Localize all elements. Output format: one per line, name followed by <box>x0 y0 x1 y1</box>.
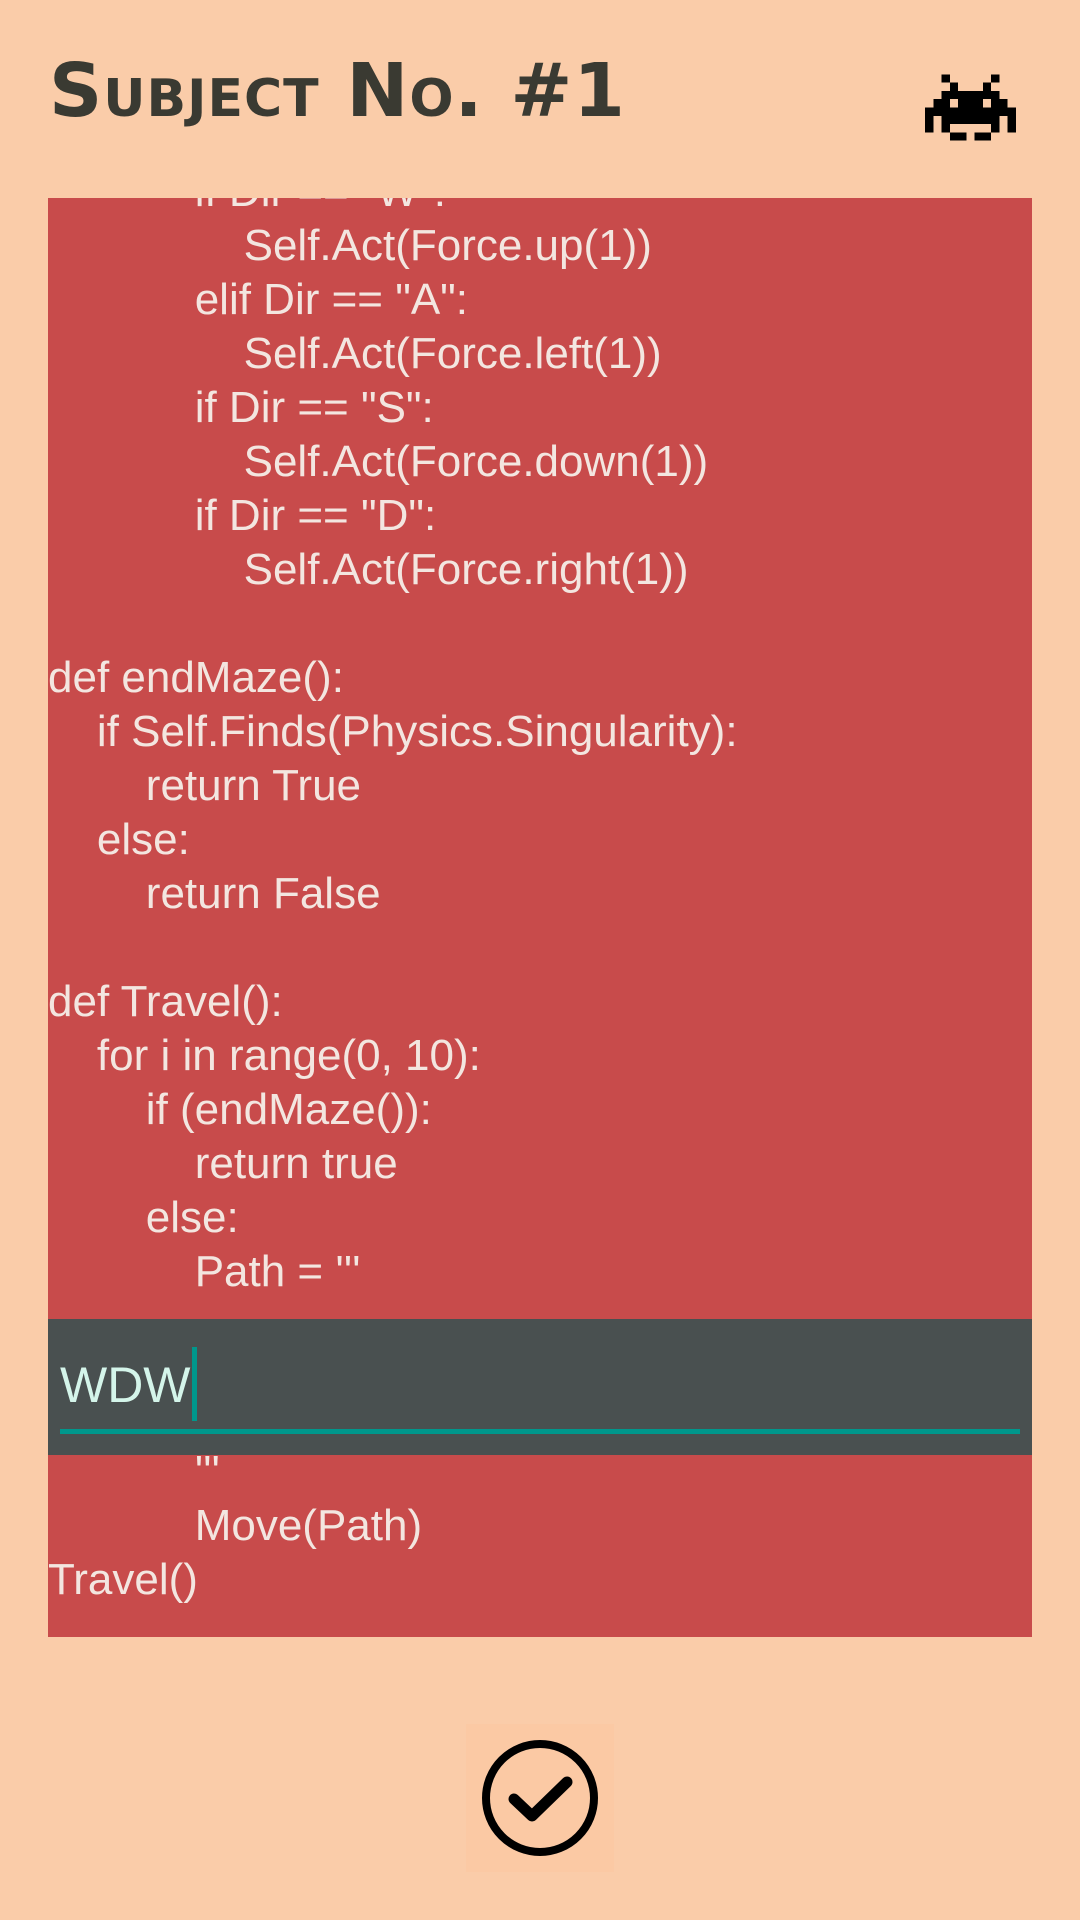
code-line: Self.Act(Force.right(1)) <box>48 545 689 594</box>
submit-button[interactable] <box>466 1724 614 1872</box>
code-line: Self.Act(Force.up(1)) <box>48 221 652 270</box>
code-line: if (endMaze()): <box>48 1085 432 1134</box>
code-line: return True <box>48 761 362 810</box>
code-line: if Dir == "S": <box>48 383 434 432</box>
code-line: Travel() <box>48 1555 198 1604</box>
page-title: Subject No. #1 <box>49 48 626 134</box>
code-line: Move(Path) <box>48 1501 423 1550</box>
code-line: def Travel(): <box>48 977 283 1026</box>
code-line: Self.Act(Force.down(1)) <box>48 437 709 486</box>
check-circle-icon <box>482 1740 598 1856</box>
code-line: else: <box>48 815 190 864</box>
code-line: return False <box>48 869 381 918</box>
code-line: Path = ''' <box>48 1247 361 1296</box>
code-line: Self.Act(Force.left(1)) <box>48 329 662 378</box>
path-input[interactable]: WDW <box>60 1347 197 1423</box>
code-line: else: <box>48 1193 239 1242</box>
code-line: for i in range(0, 10): <box>48 1031 481 1080</box>
space-invader-icon <box>925 74 1016 141</box>
code-line: if Self.Finds(Physics.Singularity): <box>48 707 738 756</box>
code-line: elif Dir == "A": <box>48 275 469 324</box>
code-line: return true <box>48 1139 398 1188</box>
text-caret <box>191 1347 197 1421</box>
path-input-value: WDW <box>60 1357 191 1413</box>
code-line: def endMaze(): <box>48 653 344 702</box>
code-line: if Dir == "W": <box>48 198 1032 219</box>
code-line: if Dir == "D": <box>48 491 437 540</box>
input-underline <box>60 1429 1020 1434</box>
path-input-area[interactable]: WDW <box>48 1319 1032 1455</box>
